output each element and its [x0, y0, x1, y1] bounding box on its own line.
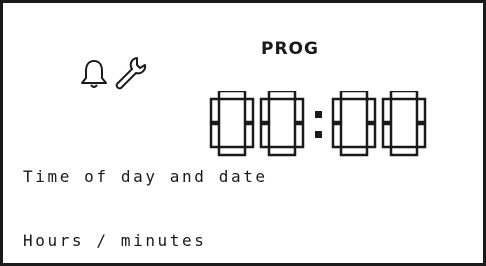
segment	[415, 97, 427, 124]
segment	[267, 145, 297, 157]
segment	[293, 122, 305, 149]
segment	[243, 97, 255, 124]
segment	[217, 91, 247, 101]
segment	[209, 122, 221, 149]
segment	[331, 97, 343, 124]
prog-label: PROG	[261, 39, 319, 59]
lcd-display: PROG Time of day and date Hours / minute…	[0, 0, 486, 266]
segment	[389, 91, 419, 101]
segment	[217, 145, 247, 157]
wrench-icon	[111, 55, 147, 91]
hours-digit-2	[259, 91, 305, 157]
segment	[365, 122, 377, 149]
segment	[267, 91, 297, 101]
segment	[259, 122, 271, 149]
segment	[339, 145, 369, 157]
segment	[381, 97, 393, 124]
segment	[381, 122, 393, 149]
display-line-1: Time of day and date	[23, 167, 268, 186]
time-separator	[315, 111, 322, 138]
segment	[243, 122, 255, 149]
minutes-digit-2	[381, 91, 427, 157]
segment	[209, 97, 221, 124]
segment	[259, 97, 271, 124]
segment	[339, 91, 369, 101]
segment	[365, 97, 377, 124]
bell-icon	[79, 57, 109, 91]
clock-readout	[209, 91, 427, 157]
segment	[389, 145, 419, 157]
segment	[415, 122, 427, 149]
minutes-digit-1	[331, 91, 377, 157]
display-line-2: Hours / minutes	[23, 231, 207, 250]
segment	[293, 97, 305, 124]
hours-digit-1	[209, 91, 255, 157]
segment	[331, 122, 343, 149]
